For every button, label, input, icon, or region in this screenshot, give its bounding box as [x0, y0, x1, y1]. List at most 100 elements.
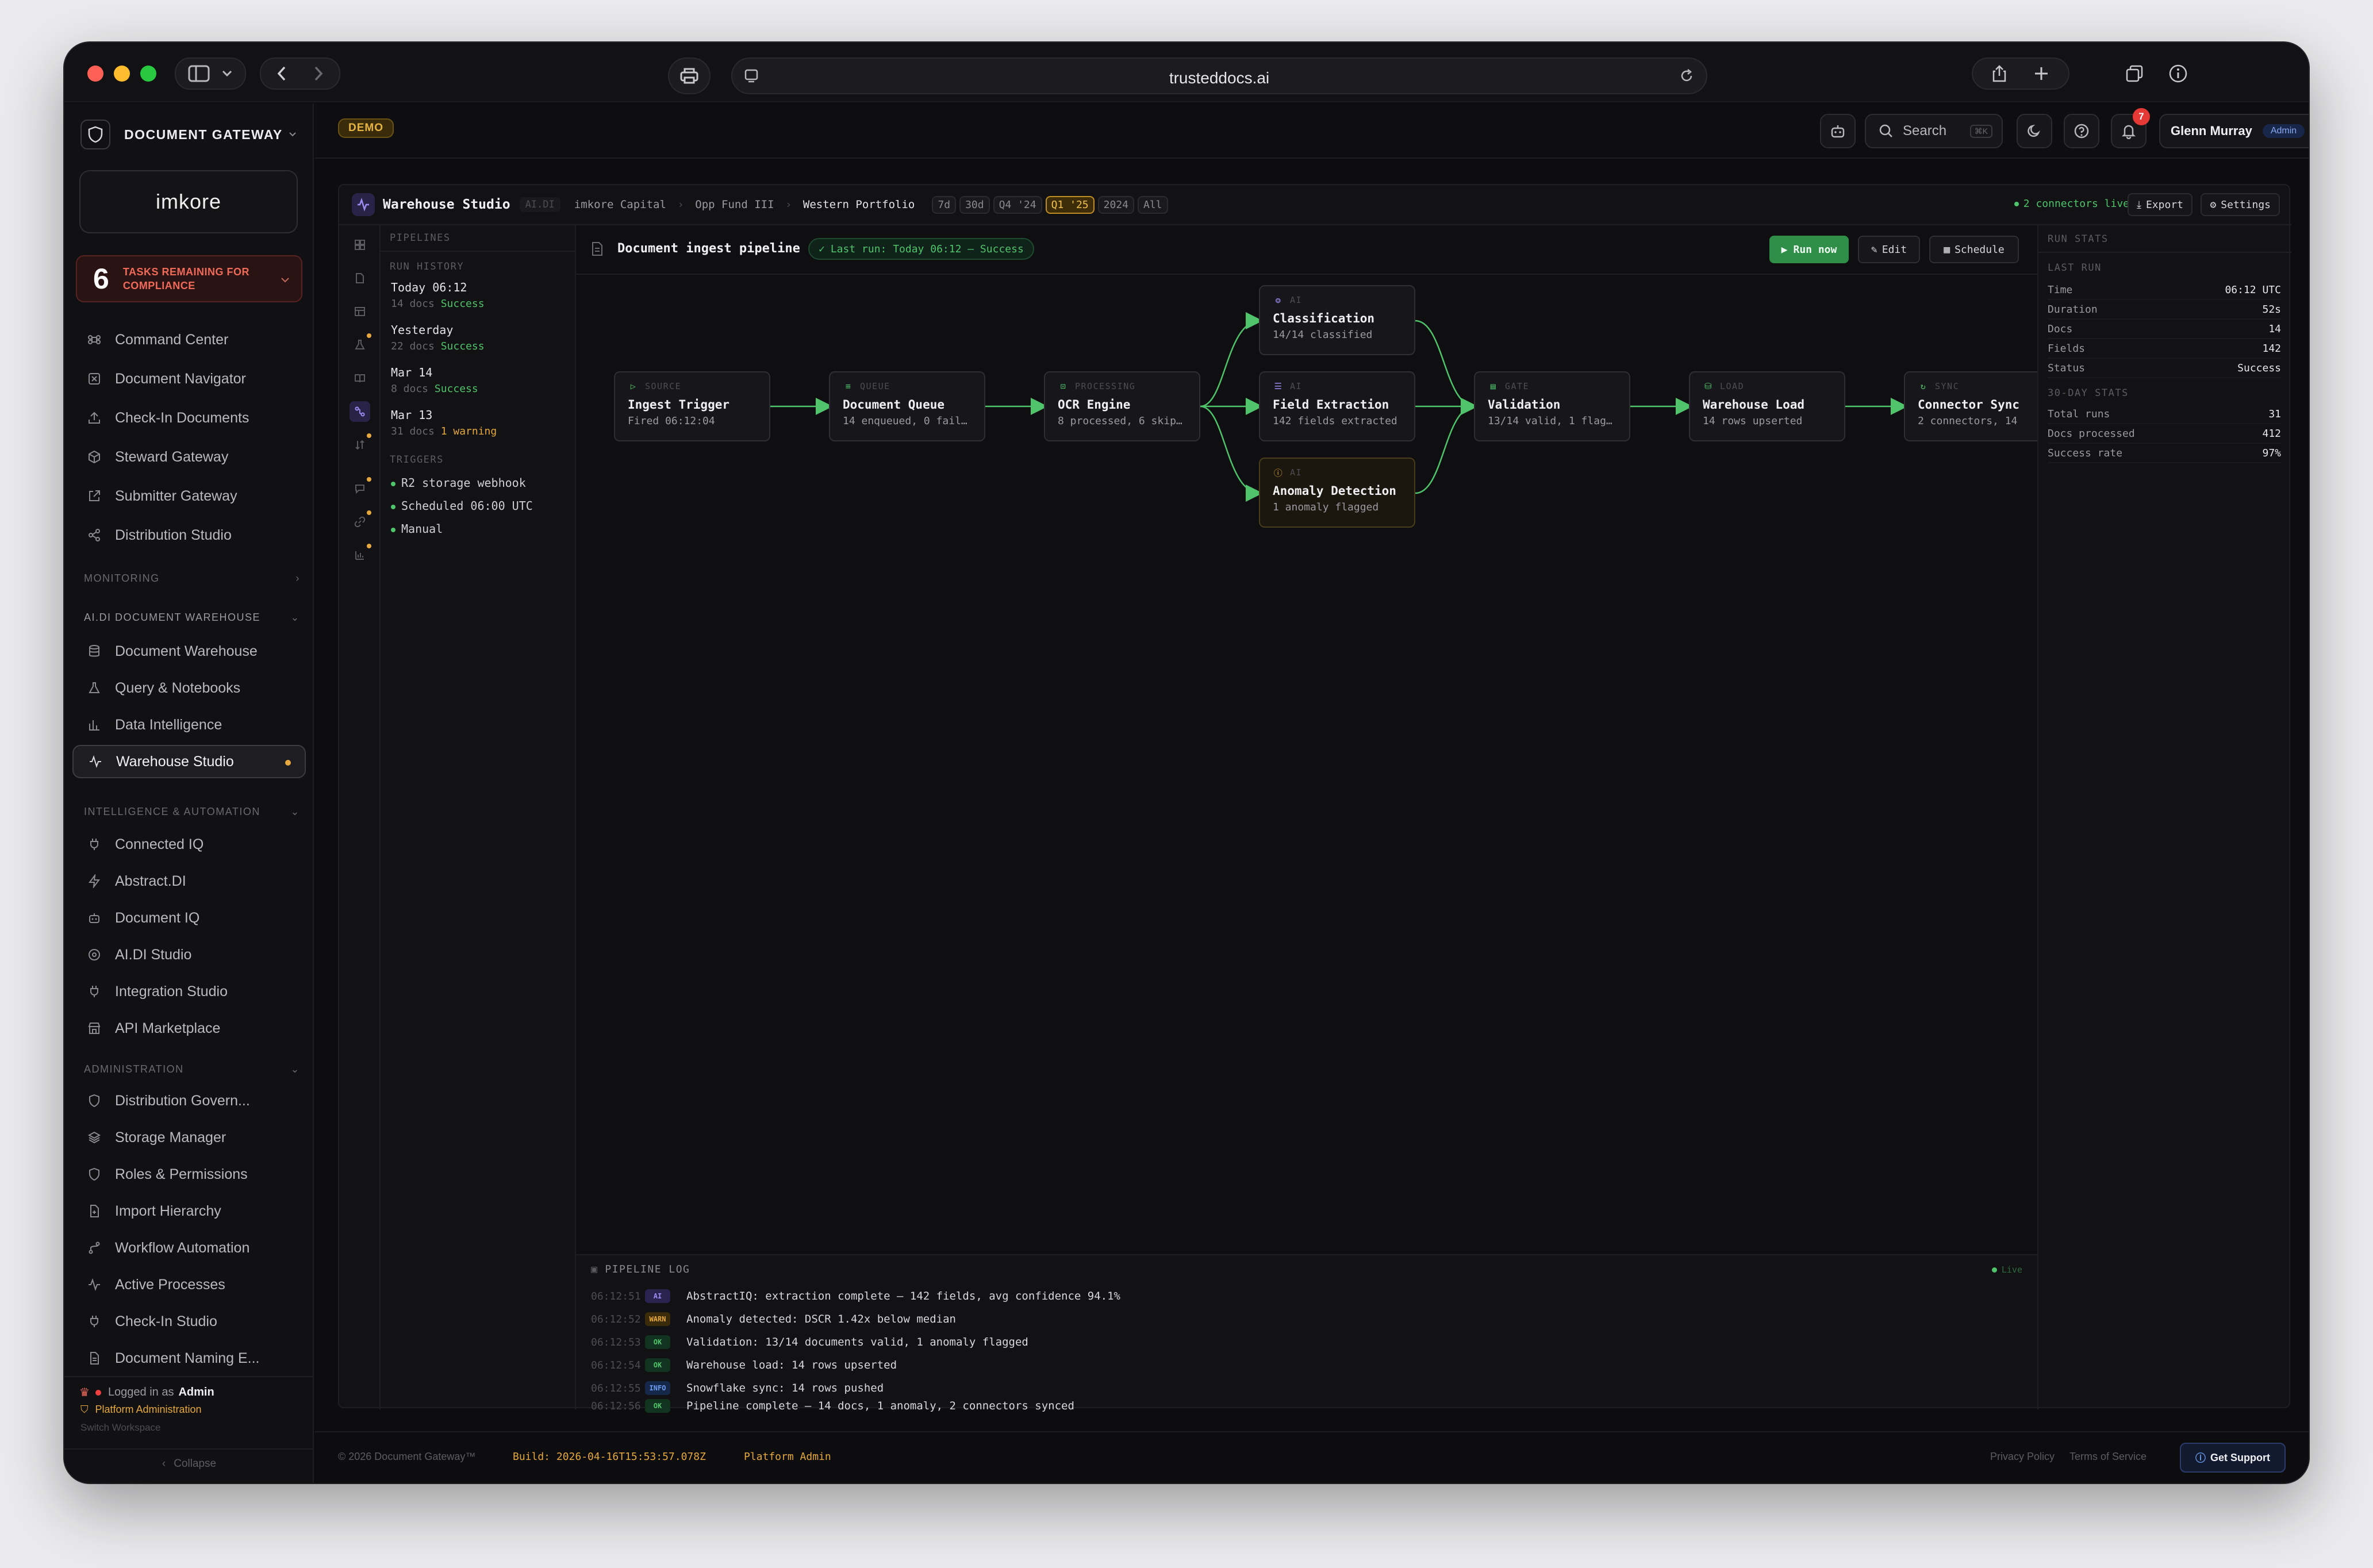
terms-link[interactable]: Terms of Service [2069, 1451, 2147, 1463]
nav-integration-studio[interactable]: Integration Studio [72, 975, 306, 1008]
reload-icon[interactable] [1679, 68, 1695, 84]
link-icon[interactable] [350, 510, 371, 532]
settings-button[interactable]: ⚙ Settings [2201, 193, 2280, 216]
range-option[interactable]: Q4 '24 [993, 195, 1042, 214]
flask-icon[interactable] [350, 333, 371, 355]
nav-check-in-studio[interactable]: Check-In Studio [72, 1305, 306, 1338]
share-icon[interactable] [1991, 64, 2007, 83]
nav-label: Check-In Studio [115, 1313, 217, 1329]
nav-storage-manager[interactable]: Storage Manager [72, 1121, 306, 1154]
node-connector-sync[interactable]: ↻ SYNC Connector Sync 2 connectors, 14 rows [1904, 371, 2037, 441]
run-history-item[interactable]: Yesterday 22 docs Success [391, 323, 563, 352]
minimize-window-button[interactable] [114, 66, 130, 82]
user-menu[interactable]: Glenn Murray Admin ⚙ [2159, 114, 2309, 148]
edit-button[interactable]: ✎ Edit [1858, 236, 1920, 263]
assistant-button[interactable] [1820, 114, 1856, 148]
nav-document-warehouse[interactable]: Document Warehouse [72, 635, 306, 668]
run-history-item[interactable]: Mar 13 31 docs 1 warning [391, 408, 563, 437]
search-button[interactable]: Search ⌘K [1865, 114, 2003, 148]
node-field-extraction[interactable]: ☰ AI Field Extraction 142 fields extracted [1259, 371, 1415, 441]
section-warehouse[interactable]: AI.DI DOCUMENT WAREHOUSE ⌄ [84, 612, 300, 624]
nav-connected-iq[interactable]: Connected IQ [72, 828, 306, 861]
theme-toggle-button[interactable] [2017, 114, 2052, 148]
nav-document-navigator[interactable]: Document Navigator [72, 362, 306, 395]
chat-icon[interactable] [350, 477, 371, 499]
nav-data-intelligence[interactable]: Data Intelligence [72, 708, 306, 741]
tabs-overview-icon[interactable] [2124, 63, 2145, 84]
nav-aidi-studio[interactable]: AI.DI Studio [72, 938, 306, 971]
trigger-item[interactable]: R2 storage webhook [391, 476, 526, 490]
platform-admin-link[interactable]: ⛉ Platform Administration [80, 1404, 202, 1416]
nav-distribution-governance[interactable]: Distribution Govern... [72, 1084, 306, 1117]
node-warehouse-load[interactable]: ⛁ LOAD Warehouse Load 14 rows upserted [1689, 371, 1845, 441]
node-anomaly-detection[interactable]: ⓘ AI Anomaly Detection 1 anomaly flagged [1259, 458, 1415, 528]
range-option-selected[interactable]: Q1 '25 [1045, 195, 1095, 214]
breadcrumb-item[interactable]: Opp Fund III [695, 198, 774, 211]
chart-icon[interactable] [350, 544, 371, 566]
zoom-window-button[interactable] [140, 66, 156, 82]
switch-workspace-link[interactable]: Switch Workspace [80, 1422, 161, 1434]
collapse-sidebar-button[interactable]: ‹ Collapse [64, 1458, 314, 1470]
breadcrumb-item[interactable]: Western Portfolio [803, 198, 915, 211]
compare-icon[interactable] [350, 433, 371, 455]
export-button[interactable]: ⤓ Export [2128, 193, 2192, 216]
nav-import-hierarchy[interactable]: Import Hierarchy [72, 1194, 306, 1228]
nav-submitter-gateway[interactable]: Submitter Gateway [72, 479, 306, 513]
notifications-button[interactable]: 7 [2111, 108, 2150, 148]
node-validation[interactable]: ▤ GATE Validation 13/14 valid, 1 flagged [1474, 371, 1630, 441]
info-icon[interactable] [2167, 63, 2189, 84]
forward-icon[interactable] [312, 65, 325, 82]
node-ocr-engine[interactable]: ⊡ PROCESSING OCR Engine 8 processed, 6 skip… [1044, 371, 1200, 441]
range-option[interactable]: 30d [959, 195, 990, 214]
nav-document-iq[interactable]: Document IQ [72, 901, 306, 935]
section-intelligence[interactable]: INTELLIGENCE & AUTOMATION ⌄ [84, 806, 300, 818]
chevron-down-icon [281, 278, 289, 283]
run-history-item[interactable]: Mar 14 8 docs Success [391, 366, 563, 395]
nav-distribution-studio[interactable]: Distribution Studio [72, 518, 306, 552]
nav-steward-gateway[interactable]: Steward Gateway [72, 440, 306, 474]
breadcrumb-item[interactable]: imkore Capital [574, 198, 666, 211]
reader-button[interactable] [668, 57, 711, 94]
schedule-button[interactable]: ▦ Schedule [1929, 236, 2019, 263]
privacy-link[interactable]: Privacy Policy [1990, 1451, 2055, 1463]
nav-workflow-automation[interactable]: Workflow Automation [72, 1231, 306, 1265]
run-status: Success [434, 383, 478, 395]
node-ingest-trigger[interactable]: ▷ SOURCE Ingest Trigger Fired 06:12:04 [614, 371, 770, 441]
grid-icon[interactable] [350, 235, 370, 255]
node-classification[interactable]: ❂ AI Classification 14/14 classified [1259, 285, 1415, 355]
nav-query-notebooks[interactable]: Query & Notebooks [72, 671, 306, 705]
nav-command-center[interactable]: Command Center [72, 323, 306, 356]
document-icon[interactable] [350, 268, 370, 289]
org-logo-card[interactable]: imkore [79, 170, 298, 233]
nav-roles-permissions[interactable]: Roles & Permissions [72, 1158, 306, 1191]
table-icon[interactable] [350, 301, 370, 322]
back-icon[interactable] [275, 65, 289, 82]
trigger-item[interactable]: Manual [391, 522, 443, 536]
trigger-item[interactable]: Scheduled 06:00 UTC [391, 499, 533, 513]
run-history-item[interactable]: Today 06:12 14 docs Success [391, 280, 563, 310]
get-support-button[interactable]: ⓘ Get Support [2180, 1443, 2286, 1473]
nav-warehouse-studio[interactable]: Warehouse Studio [72, 745, 306, 778]
pipeline-icon[interactable] [350, 401, 370, 422]
plus-icon[interactable] [2033, 65, 2050, 82]
nav-document-naming[interactable]: Document Naming E... [72, 1342, 306, 1375]
range-option[interactable]: All [1138, 195, 1168, 214]
nav-check-in-documents[interactable]: Check-In Documents [72, 401, 306, 435]
section-monitoring[interactable]: MONITORING › [84, 572, 300, 585]
chevron-down-icon [222, 70, 232, 77]
book-icon[interactable] [350, 368, 370, 389]
help-button[interactable] [2064, 114, 2099, 148]
section-administration[interactable]: ADMINISTRATION ⌄ [84, 1063, 300, 1075]
range-option[interactable]: 7d [932, 195, 957, 214]
compliance-tasks-banner[interactable]: 6 TASKS REMAINING FOR COMPLIANCE [76, 255, 302, 302]
close-window-button[interactable] [87, 66, 103, 82]
nav-active-processes[interactable]: Active Processes [72, 1268, 306, 1301]
range-option[interactable]: 2024 [1097, 195, 1134, 214]
sidebar-toggle-button[interactable] [175, 57, 246, 90]
nav-api-marketplace[interactable]: API Marketplace [72, 1012, 306, 1045]
nav-abstract-di[interactable]: Abstract.DI [72, 864, 306, 898]
node-document-queue[interactable]: ≡ QUEUE Document Queue 14 enqueued, 0 faile… [829, 371, 985, 441]
run-now-button[interactable]: ▶ Run now [1769, 236, 1849, 263]
address-bar[interactable]: trusteddocs.ai [731, 57, 1707, 94]
brand[interactable]: DOCUMENT GATEWAY [80, 113, 299, 156]
